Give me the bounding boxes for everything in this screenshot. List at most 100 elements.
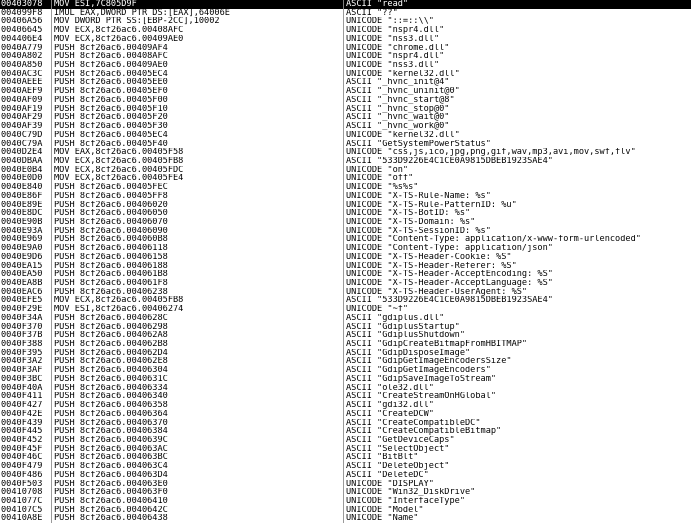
table-row[interactable]: 0040A802 PUSH 8cf26ac6.00408AFC UNICODE "n… xyxy=(0,52,691,62)
table-row[interactable]: 0040AEF9 PUSH 8cf26ac6.00405EF0 ASCII "_hv… xyxy=(0,87,691,96)
table-row[interactable]: 0040E0B4 MOV ECX,8cf26ac6.00405FDC UNICODE… xyxy=(0,165,691,175)
table-row[interactable]: 00403078 MOV ESI,7C805D9F ASCII "read" xyxy=(0,0,691,9)
table-row[interactable]: 0040EAC6 PUSH 8cf26ac6.00406238 UNICODE "X… xyxy=(0,287,691,297)
address-cell: 0040E969 xyxy=(0,235,52,245)
address-cell: 0040F445 xyxy=(0,427,52,436)
table-row[interactable]: 0040E0D0 MOV ECX,8cf26ac6.00405FE4 UNICODE… xyxy=(0,174,691,184)
table-row[interactable]: 0040F452 PUSH 8cf26ac6.0040639C ASCII "Get… xyxy=(0,435,691,445)
table-row[interactable]: 004107C5 PUSH 8cf26ac6.0040642C UNICODE "M… xyxy=(0,505,691,515)
string-cell: ASCII "read" xyxy=(346,0,409,9)
table-row[interactable]: 0040F411 PUSH 8cf26ac6.00406340 ASCII "Cre… xyxy=(0,392,691,402)
instruction-cell: PUSH 8cf26ac6.00406070 xyxy=(52,217,344,227)
table-row[interactable]: 0040F42E PUSH 8cf26ac6.00406364 ASCII "Cre… xyxy=(0,409,691,419)
address-cell: 0040F3AF xyxy=(0,366,52,375)
table-row[interactable]: 0040AF09 PUSH 8cf26ac6.00405F00 ASCII "_hv… xyxy=(0,95,691,105)
table-row[interactable]: 004099F8 IMUL EAX,DWORD PTR DS:[EAX],6400… xyxy=(0,8,691,18)
table-row[interactable]: 0040F29E MOV ESI,8cf26ac6.00406274 UNICODE… xyxy=(0,305,691,314)
table-row[interactable]: 0040AF29 PUSH 8cf26ac6.00405F20 ASCII "_hv… xyxy=(0,113,691,123)
table-row[interactable]: 0040DBAA MOV ECX,8cf26ac6.00405FB8 ASCII "… xyxy=(0,156,691,166)
table-row[interactable]: 00406645 MOV ECX,8cf26ac6.00408AFC UNICODE… xyxy=(0,26,691,35)
table-row[interactable]: 0040EA15 PUSH 8cf26ac6.00406188 UNICODE "X… xyxy=(0,261,691,271)
table-row[interactable]: 004406E4 MOV ECX,8cf26ac6.00409AE0 UNICODE… xyxy=(0,34,691,44)
table-row[interactable]: 0040AC3C PUSH 8cf26ac6.00405EC4 UNICODE "k… xyxy=(0,69,691,79)
address-cell: 00410A8E xyxy=(0,514,52,524)
address-cell: 0040E0D0 xyxy=(0,174,52,184)
instruction-cell: PUSH 8cf26ac6.004063C4 xyxy=(52,462,344,471)
table-row[interactable]: 0040F370 PUSH 8cf26ac6.00406298 ASCII "Gdi… xyxy=(0,322,691,332)
instruction-cell: MOV ECX,8cf26ac6.00405FDC xyxy=(52,165,344,175)
table-row[interactable]: 0040D2E4 MOV EAX,8cf26ac6.00405F58 UNICODE… xyxy=(0,148,691,157)
table-row[interactable]: 0040F45F PUSH 8cf26ac6.004063AC ASCII "Sel… xyxy=(0,444,691,454)
instruction-cell: PUSH 8cf26ac6.00405EC4 xyxy=(52,130,344,140)
table-row[interactable]: 0041077C PUSH 8cf26ac6.00406410 UNICODE "I… xyxy=(0,496,691,506)
string-cell: UNICODE "X-TS-Rule-PatternID: %u" xyxy=(346,200,517,210)
table-row[interactable]: 0040F479 PUSH 8cf26ac6.004063C4 ASCII "Del… xyxy=(0,462,691,471)
table-row[interactable]: 0040F427 PUSH 8cf26ac6.00406358 ASCII "gdi… xyxy=(0,401,691,410)
text-strings-table[interactable]: 00403078 MOV ESI,7C805D9F ASCII "read" 0040… xyxy=(0,0,691,525)
table-row[interactable]: 0040A850 PUSH 8cf26ac6.00409AE0 UNICODE "n… xyxy=(0,61,691,70)
table-row[interactable]: 0040E840 PUSH 8cf26ac6.00405FEC UNICODE "%… xyxy=(0,183,691,192)
string-cell: ASCII "GetDeviceCaps" xyxy=(346,435,455,445)
string-cell: UNICODE "X-TS-Domain: %s" xyxy=(346,217,476,227)
string-cell: UNICODE "Model" xyxy=(346,505,424,515)
table-row[interactable]: 0040E86F PUSH 8cf26ac6.00405FF8 UNICODE "X… xyxy=(0,191,691,201)
table-row[interactable]: 0040E90B PUSH 8cf26ac6.00406070 UNICODE "X… xyxy=(0,217,691,227)
table-row[interactable]: 0040F34A PUSH 8cf26ac6.0040628C ASCII "gdi… xyxy=(0,313,691,323)
string-cell: ASCII "gdiplus.dll" xyxy=(346,313,445,323)
instruction-cell: PUSH 8cf26ac6.00406158 xyxy=(52,252,344,262)
table-row[interactable]: 0040E89E PUSH 8cf26ac6.00406020 UNICODE "X… xyxy=(0,200,691,210)
string-cell: ASCII "DeleteDC" xyxy=(346,470,429,480)
table-row[interactable]: 0040EA50 PUSH 8cf26ac6.004061B8 UNICODE "X… xyxy=(0,270,691,279)
string-cell: ASCII "DeleteObject" xyxy=(346,462,450,471)
table-row[interactable]: 0040EFE5 MOV ECX,8cf26ac6.00405FB8 ASCII "… xyxy=(0,296,691,306)
table-row[interactable]: 0040E8DC PUSH 8cf26ac6.00406050 UNICODE "X… xyxy=(0,209,691,218)
table-row[interactable]: 0040AF39 PUSH 8cf26ac6.00405F30 ASCII "_hv… xyxy=(0,122,691,131)
address-cell: 0041077C xyxy=(0,496,52,506)
instruction-cell: PUSH 8cf26ac6.004062E8 xyxy=(52,357,344,367)
string-cell: UNICODE "Win32_DiskDrive" xyxy=(346,488,476,497)
table-row[interactable]: 0040F503 PUSH 8cf26ac6.004063E0 UNICODE "D… xyxy=(0,479,691,489)
string-cell: ASCII "533D9226E4C1CE0A9815DBEB1923SAE4" xyxy=(346,156,553,166)
instruction-cell: IMUL EAX,DWORD PTR DS:[EAX],64006E xyxy=(52,8,344,18)
table-row[interactable]: 0040C79A PUSH 8cf26ac6.00405F40 ASCII "Get… xyxy=(0,139,691,149)
table-row[interactable]: 0040F486 PUSH 8cf26ac6.004063D4 ASCII "Del… xyxy=(0,470,691,480)
table-row[interactable]: 0040F395 PUSH 8cf26ac6.004062D4 ASCII "Gdi… xyxy=(0,348,691,358)
string-cell: UNICODE "kernel32.dll" xyxy=(346,69,460,79)
table-row[interactable]: 00410708 PUSH 8cf26ac6.004063F0 UNICODE "W… xyxy=(0,488,691,497)
string-cell: UNICODE "InterfaceType" xyxy=(346,496,465,506)
table-row[interactable]: 00406A56 MOV DWORD PTR SS:[EBP-2CC],10002… xyxy=(0,17,691,27)
table-row[interactable]: 0040AEEE PUSH 8cf26ac6.00405EE0 ASCII "_hv… xyxy=(0,78,691,88)
string-cell: ASCII "_hvnc_start@8" xyxy=(346,95,455,105)
instruction-cell: PUSH 8cf26ac6.00406410 xyxy=(52,496,344,506)
string-cell: ASCII "CreateCompatibleDC" xyxy=(346,418,481,428)
table-row[interactable]: 0040F388 PUSH 8cf26ac6.004062B8 ASCII "Gdi… xyxy=(0,340,691,349)
string-cell: UNICODE "Content-Type: application/x-www… xyxy=(346,235,641,245)
table-row[interactable]: 0040F37B PUSH 8cf26ac6.004062A8 ASCII "Gdi… xyxy=(0,331,691,341)
table-row[interactable]: 0040F3AF PUSH 8cf26ac6.00406304 ASCII "Gdi… xyxy=(0,366,691,375)
instruction-cell: PUSH 8cf26ac6.00406438 xyxy=(52,514,344,524)
table-row[interactable]: 0040C79D PUSH 8cf26ac6.00405EC4 UNICODE "k… xyxy=(0,130,691,140)
string-cell: ASCII "CreateStreamOnHGlobal" xyxy=(346,392,497,402)
string-cell: UNICODE "X-TS-Header-AcceptEncoding: %S" xyxy=(346,270,553,279)
instruction-cell: PUSH 8cf26ac6.00405F20 xyxy=(52,113,344,123)
table-row[interactable]: 0040E9D6 PUSH 8cf26ac6.00406158 UNICODE "X… xyxy=(0,252,691,262)
table-row[interactable]: 0040F3A2 PUSH 8cf26ac6.004062E8 ASCII "Gdi… xyxy=(0,357,691,367)
table-row[interactable]: 0040E93A PUSH 8cf26ac6.00406090 UNICODE "X… xyxy=(0,226,691,236)
string-cell: ASCII "_hvnc_wait@0" xyxy=(346,113,450,123)
table-row[interactable]: 0040E969 PUSH 8cf26ac6.004060B8 UNICODE "C… xyxy=(0,235,691,245)
address-cell: 0040F40A xyxy=(0,383,52,393)
instruction-cell: MOV ECX,8cf26ac6.00405FB8 xyxy=(52,296,344,306)
table-row[interactable]: 0040F439 PUSH 8cf26ac6.00406370 ASCII "Cre… xyxy=(0,418,691,428)
table-row[interactable]: 0040EA8B PUSH 8cf26ac6.004061F8 UNICODE "X… xyxy=(0,279,691,288)
instruction-cell: PUSH 8cf26ac6.00406334 xyxy=(52,383,344,393)
table-row[interactable]: 0040E9A0 PUSH 8cf26ac6.00406118 UNICODE "C… xyxy=(0,244,691,253)
table-row[interactable]: 0040F40A PUSH 8cf26ac6.00406334 ASCII "ole… xyxy=(0,383,691,393)
address-cell: 0040EA50 xyxy=(0,270,52,279)
table-row[interactable]: 0040F3BC PUSH 8cf26ac6.0040631C ASCII "Gdi… xyxy=(0,374,691,384)
string-cell: UNICODE "css,js,ico,jpg,png,gif,wav,mp3,… xyxy=(346,148,636,157)
table-row[interactable]: 00410A8E PUSH 8cf26ac6.00406438 UNICODE "N… xyxy=(0,514,691,524)
table-row[interactable]: 0040AF19 PUSH 8cf26ac6.00405F10 ASCII "_hv… xyxy=(0,104,691,114)
table-row[interactable]: 0040A779 PUSH 8cf26ac6.00409AF4 UNICODE "c… xyxy=(0,43,691,53)
table-row[interactable]: 0040F445 PUSH 8cf26ac6.00406384 ASCII "Cre… xyxy=(0,427,691,436)
table-row[interactable]: 0040F46C PUSH 8cf26ac6.004063BC ASCII "Bit… xyxy=(0,453,691,463)
